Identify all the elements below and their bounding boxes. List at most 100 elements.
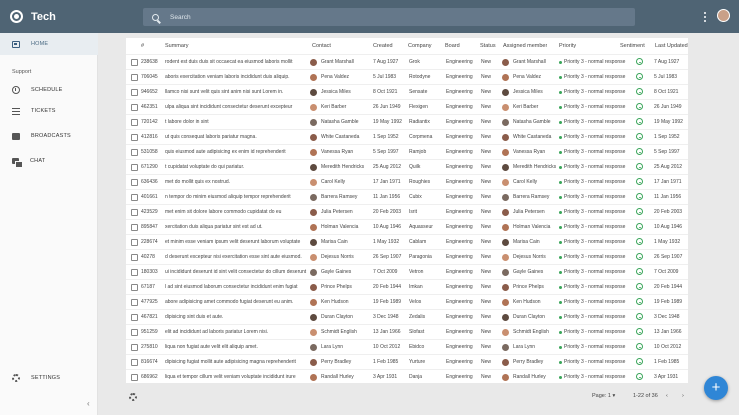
table-row[interactable]: 401661 n tempor do minim eiusmod aliquip … xyxy=(126,189,688,204)
ticket-contact[interactable]: Keri Barber xyxy=(310,103,372,111)
search-box[interactable] xyxy=(143,8,635,26)
table-row[interactable]: 423529 met enim sit dolore labore commodo… xyxy=(126,204,688,219)
ticket-assigned[interactable]: Keri Barber xyxy=(502,103,562,111)
table-row[interactable]: 467821 dipisicing sint duis et aute. Duran… xyxy=(126,309,688,324)
user-avatar[interactable] xyxy=(717,9,730,22)
row-checkbox[interactable] xyxy=(131,58,138,66)
row-checkbox[interactable] xyxy=(131,73,138,81)
table-row[interactable]: 895847 xercitation duis aliqua pariatur s… xyxy=(126,219,688,234)
ticket-contact[interactable]: Randall Hurley xyxy=(310,373,372,381)
ticket-contact[interactable]: White Castaneda xyxy=(310,133,372,141)
ticket-assigned[interactable]: Holman Valencia xyxy=(502,223,562,231)
sidebar-item-broadcasts[interactable]: BROADCASTS xyxy=(0,125,98,147)
column-header-sentiment[interactable]: Sentiment xyxy=(620,43,645,49)
ticket-contact[interactable]: Lara Lynn xyxy=(310,343,372,351)
row-checkbox[interactable] xyxy=(131,88,138,96)
ticket-contact[interactable]: Barrera Ramsey xyxy=(310,193,372,201)
column-header-status[interactable]: Status xyxy=(480,43,496,49)
table-row[interactable]: 686962 liqua et tempor cillum velit venia… xyxy=(126,369,688,384)
row-checkbox[interactable] xyxy=(131,148,138,156)
ticket-assigned[interactable]: Meredith Hendricks xyxy=(502,163,562,171)
table-row[interactable]: 951259 elit ad incididunt ad laboris pari… xyxy=(126,324,688,339)
table-row[interactable]: 67187 l ad sint eiusmod laborum consectet… xyxy=(126,279,688,294)
row-checkbox[interactable] xyxy=(131,238,138,246)
ticket-contact[interactable]: Perry Bradley xyxy=(310,358,372,366)
table-row[interactable]: 946652 llamco nisi sunt velit quis sint a… xyxy=(126,84,688,99)
page-select[interactable]: Page: 1 ▾ xyxy=(592,393,615,399)
ticket-assigned[interactable]: Julia Petersen xyxy=(502,208,562,216)
ticket-contact[interactable]: Grant Marshall xyxy=(310,58,372,66)
table-row[interactable]: 671290 t cupidatat voluptate do qui paria… xyxy=(126,159,688,174)
add-ticket-button[interactable]: + xyxy=(704,376,728,400)
ticket-contact[interactable]: Schmidt English xyxy=(310,328,372,336)
ticket-contact[interactable]: Pena Valdez xyxy=(310,73,372,81)
row-checkbox[interactable] xyxy=(131,163,138,171)
more-vertical-icon[interactable] xyxy=(704,12,707,22)
search-input[interactable] xyxy=(170,13,610,21)
ticket-assigned[interactable]: Dejesus Norris xyxy=(502,253,562,261)
ticket-contact[interactable]: Duran Clayton xyxy=(310,313,372,321)
ticket-assigned[interactable]: Jessica Miles xyxy=(502,88,562,96)
next-page-chevron-icon[interactable]: › xyxy=(682,393,684,399)
ticket-contact[interactable]: Natasha Gamble xyxy=(310,118,372,126)
ticket-contact[interactable]: Jessica Miles xyxy=(310,88,372,96)
row-checkbox[interactable] xyxy=(131,178,138,186)
ticket-assigned[interactable]: Schmidt English xyxy=(502,328,562,336)
table-row[interactable]: 412816 ut quis consequat laboris pariatur… xyxy=(126,129,688,144)
ticket-assigned[interactable]: Duran Clayton xyxy=(502,313,562,321)
ticket-contact[interactable]: Carol Kelly xyxy=(310,178,372,186)
column-header-assigned[interactable]: Assigned member xyxy=(503,43,547,49)
table-row[interactable]: 462351 ulpa aliqua sint incididunt consec… xyxy=(126,99,688,114)
ticket-contact[interactable]: Prince Phelps xyxy=(310,283,372,291)
column-header-contact[interactable]: Contact xyxy=(312,43,331,49)
ticket-contact[interactable]: Holman Valencia xyxy=(310,223,372,231)
row-checkbox[interactable] xyxy=(131,223,138,231)
table-row[interactable]: 40278 d deserunt excepteur nisi exercitat… xyxy=(126,249,688,264)
row-checkbox[interactable] xyxy=(131,343,138,351)
table-row[interactable]: 531058 quis eiusmod aute adipisicing ex e… xyxy=(126,144,688,159)
ticket-assigned[interactable]: Carol Kelly xyxy=(502,178,562,186)
table-row[interactable]: 275810 liqua non fugiat aute velit elit a… xyxy=(126,339,688,354)
row-checkbox[interactable] xyxy=(131,298,138,306)
ticket-assigned[interactable]: Gayle Gaines xyxy=(502,268,562,276)
ticket-assigned[interactable]: Ken Hudson xyxy=(502,298,562,306)
table-settings-gear-icon[interactable] xyxy=(129,393,137,401)
row-checkbox[interactable] xyxy=(131,313,138,321)
ticket-assigned[interactable]: Prince Phelps xyxy=(502,283,562,291)
ticket-assigned[interactable]: White Castaneda xyxy=(502,133,562,141)
ticket-contact[interactable]: Julia Petersen xyxy=(310,208,372,216)
ticket-assigned[interactable]: Lara Lynn xyxy=(502,343,562,351)
row-checkbox[interactable] xyxy=(131,118,138,126)
row-checkbox[interactable] xyxy=(131,103,138,111)
ticket-contact[interactable]: Meredith Hendricks xyxy=(310,163,372,171)
row-checkbox[interactable] xyxy=(131,268,138,276)
sidebar-item-chat[interactable]: CHAT xyxy=(0,150,98,172)
sidebar-item-schedule[interactable]: SCHEDULE xyxy=(0,79,98,101)
ticket-assigned[interactable]: Perry Bradley xyxy=(502,358,562,366)
ticket-assigned[interactable]: Pena Valdez xyxy=(502,73,562,81)
ticket-contact[interactable]: Ken Hudson xyxy=(310,298,372,306)
table-row[interactable]: 238638 rodent est duis duis sit occaecat … xyxy=(126,54,688,69)
ticket-assigned[interactable]: Grant Marshall xyxy=(502,58,562,66)
ticket-assigned[interactable]: Barrera Ramsey xyxy=(502,193,562,201)
table-row[interactable]: 180303 ui incididunt deserunt id sint vel… xyxy=(126,264,688,279)
ticket-assigned[interactable]: Marisa Cain xyxy=(502,238,562,246)
ticket-assigned[interactable]: Natasha Gamble xyxy=(502,118,562,126)
column-header-summary[interactable]: Summary xyxy=(165,43,307,49)
ticket-contact[interactable]: Vanessa Ryan xyxy=(310,148,372,156)
table-row[interactable]: 720142 t labore dolor in sint Natasha Gamb… xyxy=(126,114,688,129)
row-checkbox[interactable] xyxy=(131,328,138,336)
row-checkbox[interactable] xyxy=(131,283,138,291)
prev-page-chevron-icon[interactable]: ‹ xyxy=(666,393,668,399)
table-row[interactable]: 477925 abore adipisicing amet commodo fug… xyxy=(126,294,688,309)
table-row[interactable]: 636436 met do mollit quis ex nostrud. Caro… xyxy=(126,174,688,189)
row-checkbox[interactable] xyxy=(131,208,138,216)
ticket-contact[interactable]: Marisa Cain xyxy=(310,238,372,246)
sidebar-item-home[interactable]: HOME xyxy=(0,33,98,55)
sidebar-item-tickets[interactable]: TICKETS xyxy=(0,100,98,122)
column-header-priority[interactable]: Priority xyxy=(559,43,576,49)
column-header-board[interactable]: Board xyxy=(445,43,460,49)
table-row[interactable]: 228674 et minim esse veniam ipsum velit d… xyxy=(126,234,688,249)
column-header-last-updated[interactable]: Last Updated xyxy=(655,43,688,49)
ticket-assigned[interactable]: Randall Hurley xyxy=(502,373,562,381)
